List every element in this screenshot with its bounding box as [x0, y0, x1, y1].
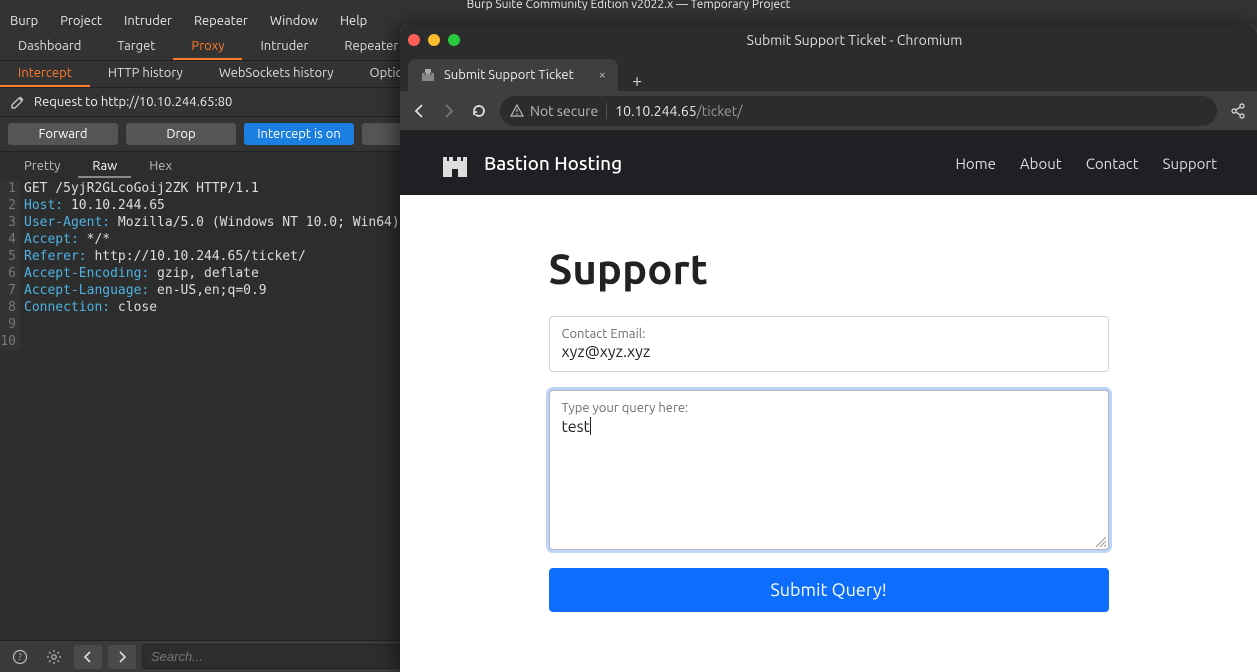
burp-menu-repeater[interactable]: Repeater — [194, 14, 248, 28]
browser-tab-title: Submit Support Ticket — [444, 68, 574, 82]
line-number: 5 — [0, 248, 20, 265]
query-field[interactable]: Type your query here: test — [549, 390, 1109, 550]
chromium-toolbar: Not secure 10.10.244.65/ticket/ — [400, 91, 1257, 131]
support-form: Support Contact Email: xyz@xyz.xyz Type … — [549, 245, 1109, 652]
editor-tab-hex[interactable]: Hex — [135, 156, 186, 178]
site-header: Bastion Hosting Home About Contact Suppo… — [400, 131, 1257, 195]
action-button[interactable] — [362, 123, 402, 145]
share-icon[interactable] — [1229, 102, 1247, 120]
settings-icon[interactable] — [40, 645, 68, 669]
resize-handle-icon[interactable] — [1094, 535, 1106, 547]
not-secure-indicator[interactable]: Not secure — [510, 103, 598, 119]
warning-icon — [510, 104, 524, 118]
nav-support[interactable]: Support — [1163, 155, 1217, 172]
window-maximize-icon[interactable] — [448, 34, 460, 46]
address-bar[interactable]: Not secure 10.10.244.65/ticket/ — [500, 96, 1217, 126]
subtab-http-history[interactable]: HTTP history — [90, 61, 201, 87]
window-close-icon[interactable] — [408, 34, 420, 46]
email-value: xyz@xyz.xyz — [562, 343, 1096, 361]
tab-close-icon[interactable]: × — [599, 68, 606, 82]
site-brand-label: Bastion Hosting — [484, 152, 622, 174]
tab-target[interactable]: Target — [99, 34, 173, 60]
window-minimize-icon[interactable] — [428, 34, 440, 46]
window-controls — [408, 34, 460, 46]
castle-icon — [440, 147, 470, 179]
query-label: Type your query here: — [562, 401, 1096, 415]
subtab-websockets-history[interactable]: WebSockets history — [201, 61, 352, 87]
burp-menu-project[interactable]: Project — [60, 14, 102, 28]
url-text: 10.10.244.65/ticket/ — [615, 103, 742, 119]
reload-button[interactable] — [470, 102, 488, 120]
help-icon[interactable]: ? — [6, 645, 34, 669]
tab-proxy[interactable]: Proxy — [173, 34, 242, 60]
burp-menu-intruder[interactable]: Intruder — [124, 14, 172, 28]
nav-forward-button[interactable] — [440, 102, 458, 120]
burp-menu-burp[interactable]: Burp — [10, 14, 38, 28]
omnibox-separator — [606, 103, 607, 119]
site-logo[interactable]: Bastion Hosting — [440, 147, 622, 179]
edit-icon[interactable] — [10, 94, 26, 110]
nav-contact[interactable]: Contact — [1086, 155, 1139, 172]
nav-about[interactable]: About — [1020, 155, 1062, 172]
line-number: 10 — [0, 333, 20, 350]
line-number: 4 — [0, 231, 20, 248]
chromium-tabbar: Submit Support Ticket × + — [400, 55, 1257, 91]
burp-menu-window[interactable]: Window — [270, 14, 318, 28]
query-value: test — [562, 417, 1096, 436]
tab-dashboard[interactable]: Dashboard — [0, 34, 99, 60]
svg-text:?: ? — [18, 652, 22, 662]
nav-back-button[interactable] — [410, 102, 428, 120]
line-number: 6 — [0, 265, 20, 282]
chromium-window-title: Submit Support Ticket - Chromium — [460, 32, 1249, 48]
email-field[interactable]: Contact Email: xyz@xyz.xyz — [549, 316, 1109, 372]
burp-window-title: Burp Suite Community Edition v2022.x — T… — [0, 0, 1257, 10]
drop-button[interactable]: Drop — [126, 123, 236, 145]
email-label: Contact Email: — [562, 327, 1096, 341]
line-number: 2 — [0, 197, 20, 214]
text-caret — [590, 417, 591, 435]
line-number: 1 — [0, 180, 20, 197]
nav-forward-icon[interactable] — [108, 645, 136, 669]
submit-button[interactable]: Submit Query! — [549, 568, 1109, 612]
nav-back-icon[interactable] — [74, 645, 102, 669]
browser-tab[interactable]: Submit Support Ticket × — [408, 59, 618, 91]
new-tab-button[interactable]: + — [618, 71, 656, 91]
site-nav: Home About Contact Support — [955, 155, 1217, 172]
line-number: 9 — [0, 316, 20, 333]
burp-menu-help[interactable]: Help — [340, 14, 367, 28]
page-heading: Support — [549, 245, 1109, 292]
not-secure-label: Not secure — [530, 103, 598, 119]
chromium-titlebar: Submit Support Ticket - Chromium — [400, 25, 1257, 55]
editor-tab-raw[interactable]: Raw — [78, 156, 131, 178]
tab-intruder[interactable]: Intruder — [242, 34, 326, 60]
intercept-toggle-button[interactable]: Intercept is on — [244, 123, 354, 145]
forward-button[interactable]: Forward — [8, 123, 118, 145]
subtab-intercept[interactable]: Intercept — [0, 61, 90, 87]
line-number: 7 — [0, 282, 20, 299]
request-target-label: Request to http://10.10.244.65:80 — [34, 95, 232, 109]
editor-tab-pretty[interactable]: Pretty — [10, 156, 74, 178]
nav-home[interactable]: Home — [955, 155, 995, 172]
line-number: 8 — [0, 299, 20, 316]
line-number: 3 — [0, 214, 20, 231]
chromium-window: Submit Support Ticket - Chromium Submit … — [400, 25, 1257, 672]
favicon-icon — [420, 67, 436, 83]
page-content: Bastion Hosting Home About Contact Suppo… — [400, 131, 1257, 672]
